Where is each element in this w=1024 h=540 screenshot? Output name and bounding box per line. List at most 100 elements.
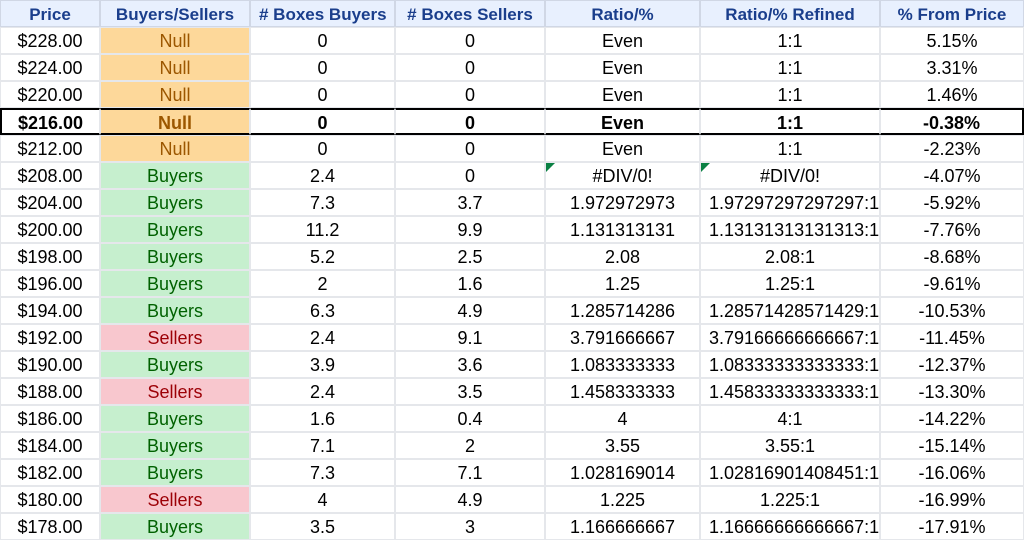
cell-buyers-sellers[interactable]: Sellers [100,324,250,351]
cell-price[interactable]: $196.00 [0,270,100,297]
cell-ratio[interactable]: Even [545,81,700,108]
cell-ratio-refined[interactable]: 1.45833333333333:1 [700,378,880,405]
cell-boxes-buyers[interactable]: 3.5 [250,513,395,540]
cell-boxes-buyers[interactable]: 4 [250,486,395,513]
cell-boxes-buyers[interactable]: 0 [250,81,395,108]
header-ratio-refined[interactable]: Ratio/% Refined [700,0,880,27]
cell-boxes-sellers[interactable]: 9.9 [395,216,545,243]
cell-ratio[interactable]: Even [545,135,700,162]
cell-ratio-refined[interactable]: 3.55:1 [700,432,880,459]
cell-boxes-sellers[interactable]: 3.6 [395,351,545,378]
header-ratio[interactable]: Ratio/% [545,0,700,27]
cell-buyers-sellers[interactable]: Sellers [100,486,250,513]
cell-ratio-refined[interactable]: 1.225:1 [700,486,880,513]
cell-boxes-sellers[interactable]: 4.9 [395,297,545,324]
cell-boxes-buyers[interactable]: 2.4 [250,378,395,405]
cell-price[interactable]: $216.00 [0,108,100,135]
cell-ratio-refined[interactable]: 1.28571428571429:1 [700,297,880,324]
cell-boxes-sellers[interactable]: 3.5 [395,378,545,405]
cell-buyers-sellers[interactable]: Buyers [100,513,250,540]
cell-boxes-buyers[interactable]: 0 [250,135,395,162]
cell-buyers-sellers[interactable]: Buyers [100,459,250,486]
cell-pct[interactable]: 1.46% [880,81,1024,108]
cell-boxes-sellers[interactable]: 0 [395,135,545,162]
cell-boxes-sellers[interactable]: 2.5 [395,243,545,270]
cell-buyers-sellers[interactable]: Buyers [100,243,250,270]
cell-boxes-sellers[interactable]: 0 [395,27,545,54]
cell-price[interactable]: $194.00 [0,297,100,324]
cell-buyers-sellers[interactable]: Buyers [100,270,250,297]
cell-buyers-sellers[interactable]: Buyers [100,216,250,243]
cell-ratio[interactable]: 1.028169014 [545,459,700,486]
cell-price[interactable]: $184.00 [0,432,100,459]
cell-price[interactable]: $186.00 [0,405,100,432]
cell-pct[interactable]: -16.06% [880,459,1024,486]
cell-buyers-sellers[interactable]: Buyers [100,351,250,378]
cell-pct[interactable]: 3.31% [880,54,1024,81]
cell-buyers-sellers[interactable]: Null [100,27,250,54]
cell-ratio[interactable]: Even [545,27,700,54]
cell-ratio-refined[interactable]: 3.79166666666667:1 [700,324,880,351]
cell-boxes-buyers[interactable]: 2 [250,270,395,297]
cell-pct[interactable]: -16.99% [880,486,1024,513]
cell-pct[interactable]: -11.45% [880,324,1024,351]
cell-ratio-refined[interactable]: 1:1 [700,135,880,162]
cell-price[interactable]: $224.00 [0,54,100,81]
cell-boxes-sellers[interactable]: 7.1 [395,459,545,486]
cell-ratio[interactable]: 3.55 [545,432,700,459]
cell-ratio[interactable]: #DIV/0! [545,162,700,189]
cell-price[interactable]: $204.00 [0,189,100,216]
cell-pct[interactable]: 5.15% [880,27,1024,54]
cell-pct[interactable]: -17.91% [880,513,1024,540]
cell-boxes-sellers[interactable]: 0 [395,81,545,108]
cell-ratio[interactable]: 1.285714286 [545,297,700,324]
cell-ratio-refined[interactable]: 1.25:1 [700,270,880,297]
cell-boxes-sellers[interactable]: 3.7 [395,189,545,216]
cell-price[interactable]: $192.00 [0,324,100,351]
cell-ratio[interactable]: Even [545,54,700,81]
cell-pct[interactable]: -15.14% [880,432,1024,459]
cell-buyers-sellers[interactable]: Buyers [100,189,250,216]
cell-price[interactable]: $178.00 [0,513,100,540]
cell-boxes-buyers[interactable]: 3.9 [250,351,395,378]
cell-ratio[interactable]: 1.166666667 [545,513,700,540]
cell-price[interactable]: $182.00 [0,459,100,486]
cell-buyers-sellers[interactable]: Buyers [100,405,250,432]
cell-boxes-buyers[interactable]: 0 [250,54,395,81]
cell-ratio-refined[interactable]: 4:1 [700,405,880,432]
cell-ratio-refined[interactable]: 1.16666666666667:1 [700,513,880,540]
header-buyers-sellers[interactable]: Buyers/Sellers [100,0,250,27]
cell-boxes-buyers[interactable]: 0 [250,108,395,135]
cell-ratio[interactable]: 1.972972973 [545,189,700,216]
cell-ratio-refined[interactable]: 1:1 [700,54,880,81]
cell-boxes-buyers[interactable]: 7.1 [250,432,395,459]
cell-ratio[interactable]: 1.458333333 [545,378,700,405]
cell-price[interactable]: $200.00 [0,216,100,243]
cell-boxes-sellers[interactable]: 0 [395,108,545,135]
header-boxes-sellers[interactable]: # Boxes Sellers [395,0,545,27]
cell-ratio-refined[interactable]: 1.08333333333333:1 [700,351,880,378]
cell-buyers-sellers[interactable]: Buyers [100,432,250,459]
cell-price[interactable]: $220.00 [0,81,100,108]
cell-buyers-sellers[interactable]: Null [100,135,250,162]
cell-boxes-sellers[interactable]: 0 [395,54,545,81]
header-pct-from-price[interactable]: % From Price [880,0,1024,27]
cell-buyers-sellers[interactable]: Null [100,108,250,135]
cell-price[interactable]: $198.00 [0,243,100,270]
cell-ratio[interactable]: 1.225 [545,486,700,513]
cell-boxes-sellers[interactable]: 9.1 [395,324,545,351]
cell-price[interactable]: $180.00 [0,486,100,513]
cell-ratio-refined[interactable]: 1.02816901408451:1 [700,459,880,486]
cell-buyers-sellers[interactable]: Null [100,54,250,81]
cell-ratio[interactable]: 4 [545,405,700,432]
cell-price[interactable]: $190.00 [0,351,100,378]
cell-boxes-buyers[interactable]: 5.2 [250,243,395,270]
cell-boxes-buyers[interactable]: 1.6 [250,405,395,432]
cell-boxes-sellers[interactable]: 2 [395,432,545,459]
cell-pct[interactable]: -2.23% [880,135,1024,162]
cell-ratio-refined[interactable]: 1.97297297297297:1 [700,189,880,216]
cell-pct[interactable]: -10.53% [880,297,1024,324]
cell-pct[interactable]: -14.22% [880,405,1024,432]
header-price[interactable]: Price [0,0,100,27]
cell-price[interactable]: $228.00 [0,27,100,54]
